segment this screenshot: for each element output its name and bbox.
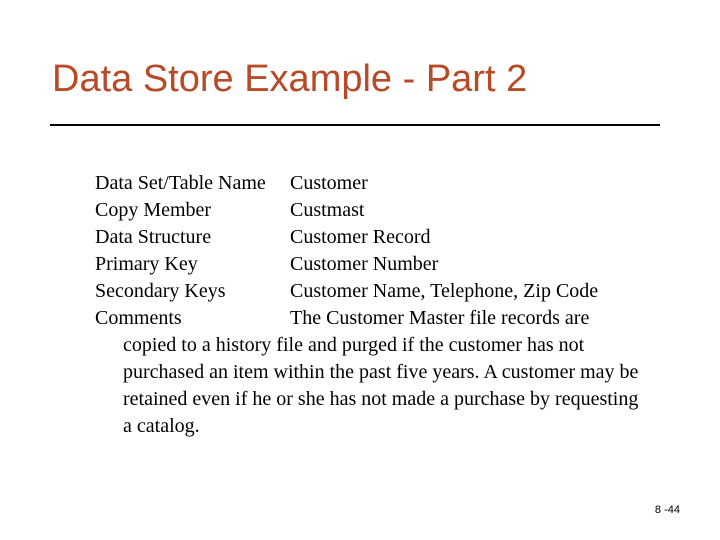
field-label: Copy Member (95, 197, 290, 224)
field-row: Secondary Keys Customer Name, Telephone,… (95, 278, 655, 305)
field-row: Comments The Customer Master file record… (95, 305, 655, 332)
field-label: Secondary Keys (95, 278, 290, 305)
field-value: Customer Record (290, 224, 655, 251)
field-value: The Customer Master file records are (290, 305, 655, 332)
field-label: Data Set/Table Name (95, 170, 290, 197)
field-label: Primary Key (95, 251, 290, 278)
field-value: Customer Name, Telephone, Zip Code (290, 278, 655, 305)
field-row: Primary Key Customer Number (95, 251, 655, 278)
slide-body: Data Set/Table Name Customer Copy Member… (95, 170, 655, 440)
slide-title: Data Store Example - Part 2 (52, 58, 527, 101)
field-value: Customer Number (290, 251, 655, 278)
field-row: Data Set/Table Name Customer (95, 170, 655, 197)
field-value: Customer (290, 170, 655, 197)
field-label: Comments (95, 305, 290, 332)
page-number: 8 -44 (655, 504, 680, 516)
title-underline (50, 124, 660, 126)
field-value: Custmast (290, 197, 655, 224)
field-label: Data Structure (95, 224, 290, 251)
field-row: Copy Member Custmast (95, 197, 655, 224)
field-row: Data Structure Customer Record (95, 224, 655, 251)
comments-continuation: copied to a history file and purged if t… (95, 332, 650, 440)
